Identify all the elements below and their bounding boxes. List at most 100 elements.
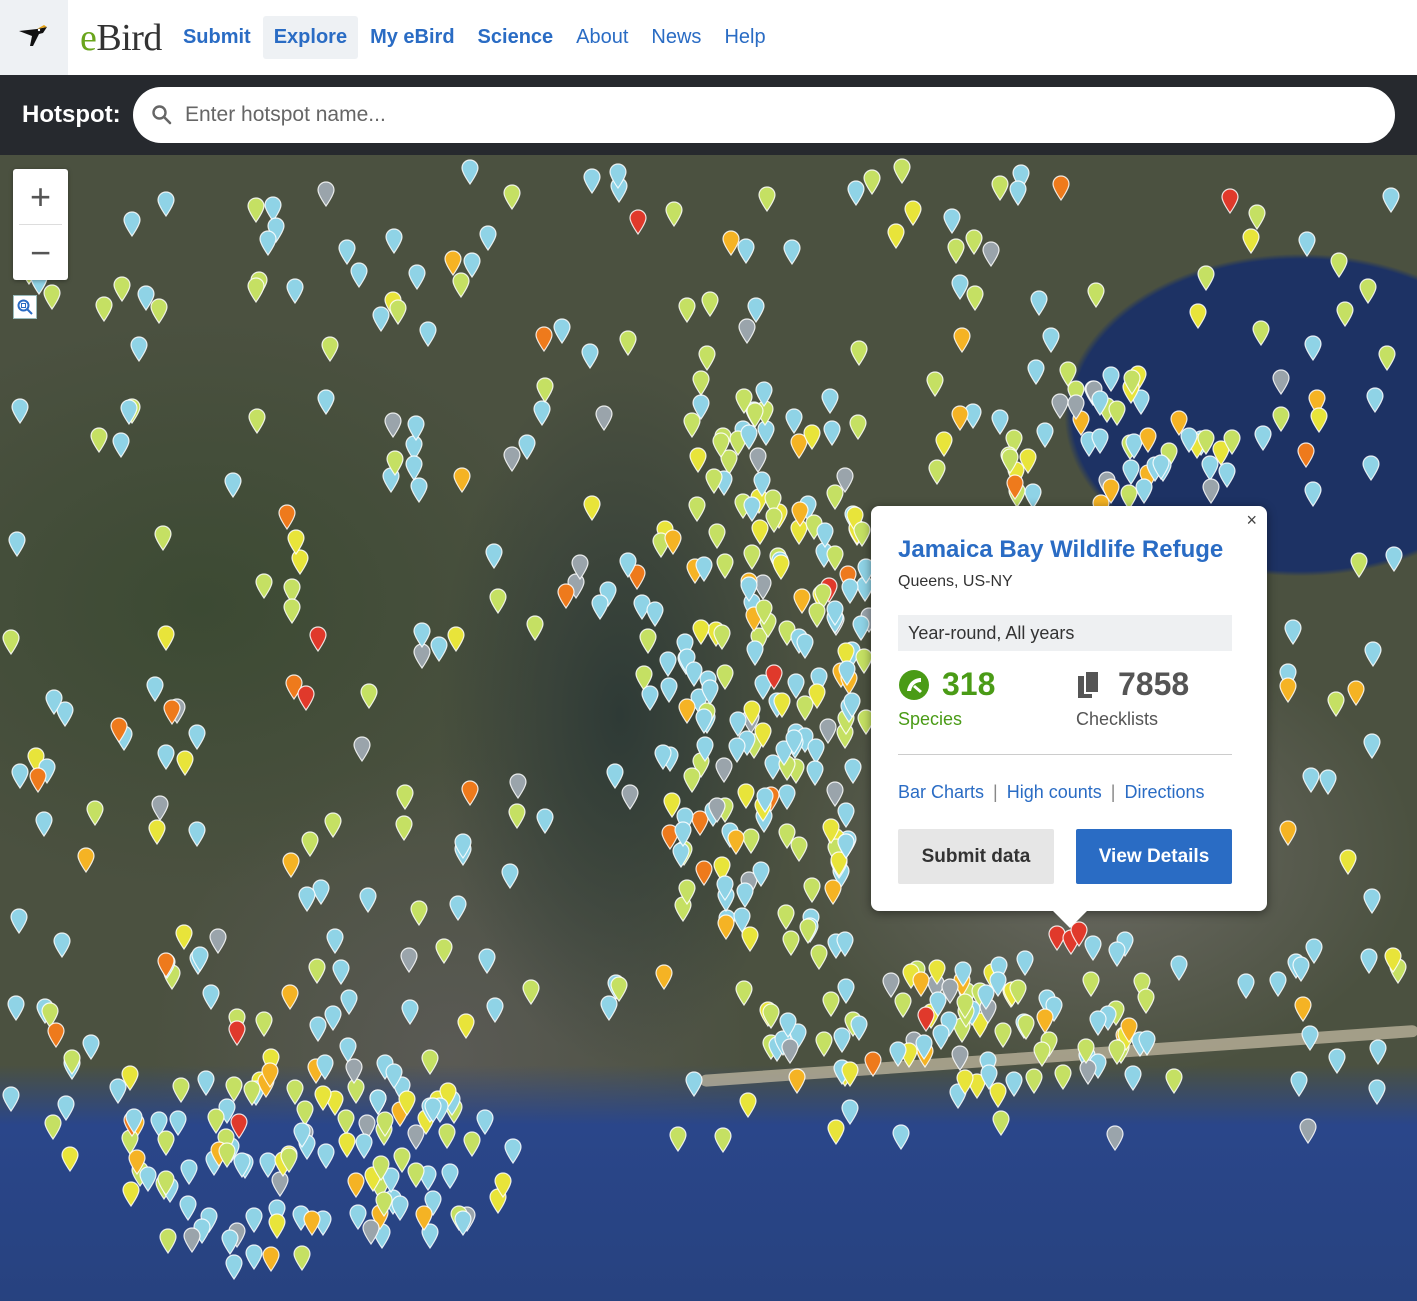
- hotspot-pin-icon[interactable]: [384, 412, 402, 438]
- hotspot-pin-icon[interactable]: [8, 531, 26, 557]
- hotspot-pin-icon[interactable]: [1364, 641, 1382, 667]
- hotspot-pin-icon[interactable]: [410, 900, 428, 926]
- hotspot-pin-icon[interactable]: [209, 928, 227, 954]
- hotspot-pin-icon[interactable]: [803, 877, 821, 903]
- hotspot-pin-icon[interactable]: [663, 792, 681, 818]
- hotspot-pin-icon[interactable]: [372, 1155, 390, 1181]
- hotspot-pin-icon[interactable]: [1339, 849, 1357, 875]
- hotspot-pin-icon[interactable]: [951, 405, 969, 431]
- hotspot-pin-icon[interactable]: [591, 594, 609, 620]
- hotspot-pin-icon[interactable]: [1384, 947, 1402, 973]
- hotspot-pin-icon[interactable]: [1091, 428, 1109, 454]
- hotspot-pin-icon[interactable]: [353, 736, 371, 762]
- hotspot-pin-icon[interactable]: [283, 598, 301, 624]
- hotspot-pin-icon[interactable]: [785, 729, 803, 755]
- hotspot-pin-icon[interactable]: [248, 408, 266, 434]
- hotspot-pin-icon[interactable]: [110, 717, 128, 743]
- hotspot-pin-icon[interactable]: [600, 995, 618, 1021]
- hotspot-pin-icon[interactable]: [245, 1244, 263, 1270]
- hotspot-pin-icon[interactable]: [1017, 1014, 1035, 1040]
- hotspot-pin-icon[interactable]: [1089, 1010, 1107, 1036]
- hotspot-pin-icon[interactable]: [669, 1126, 687, 1152]
- hotspot-pin-icon[interactable]: [1036, 422, 1054, 448]
- hotspot-pin-icon[interactable]: [1319, 769, 1337, 795]
- hotspot-pin-icon[interactable]: [791, 501, 809, 527]
- directions-link[interactable]: Directions: [1124, 782, 1204, 803]
- hotspot-pin-icon[interactable]: [1108, 941, 1126, 967]
- hotspot-pin-icon[interactable]: [1385, 546, 1403, 572]
- hotspot-pin-icon[interactable]: [698, 345, 716, 371]
- hotspot-pin-icon[interactable]: [1202, 478, 1220, 504]
- hotspot-pin-icon[interactable]: [826, 545, 844, 571]
- high-counts-link[interactable]: High counts: [1007, 782, 1102, 803]
- hotspot-pin-icon[interactable]: [826, 600, 844, 626]
- hotspot-pin-icon[interactable]: [685, 661, 703, 687]
- hotspot-pin-icon[interactable]: [360, 683, 378, 709]
- hotspot-pin-icon[interactable]: [386, 450, 404, 476]
- hotspot-pin-icon[interactable]: [261, 1062, 279, 1088]
- hotspot-pin-icon[interactable]: [708, 523, 726, 549]
- hotspot-pin-icon[interactable]: [90, 427, 108, 453]
- hotspot-search[interactable]: [133, 87, 1395, 143]
- hotspot-pin-icon[interactable]: [1120, 1017, 1138, 1043]
- hotspot-pin-icon[interactable]: [695, 708, 713, 734]
- hotspot-pin-icon[interactable]: [157, 952, 175, 978]
- hotspot-pin-icon[interactable]: [1330, 252, 1348, 278]
- hotspot-pin-icon[interactable]: [782, 930, 800, 956]
- hotspot-pin-icon[interactable]: [262, 1246, 280, 1272]
- hotspot-pin-icon[interactable]: [454, 833, 472, 859]
- hotspot-pin-icon[interactable]: [790, 836, 808, 862]
- hotspot-pin-icon[interactable]: [45, 689, 63, 715]
- hotspot-pin-icon[interactable]: [1137, 988, 1155, 1014]
- hotspot-pin-icon[interactable]: [2, 629, 20, 655]
- hotspot-pin-icon[interactable]: [892, 1124, 910, 1150]
- hotspot-pin-icon[interactable]: [753, 471, 771, 497]
- hotspot-pin-icon[interactable]: [463, 252, 481, 278]
- hotspot-pin-icon[interactable]: [739, 1092, 757, 1118]
- submit-data-button[interactable]: Submit data: [898, 829, 1054, 884]
- hotspot-pin-icon[interactable]: [571, 554, 589, 580]
- hotspot-pin-icon[interactable]: [717, 914, 735, 940]
- hotspot-pin-icon[interactable]: [61, 1146, 79, 1172]
- hotspot-pin-icon[interactable]: [453, 467, 471, 493]
- hotspot-pin-icon[interactable]: [476, 1109, 494, 1135]
- hotspot-pin-icon[interactable]: [228, 1020, 246, 1046]
- hotspot-pin-icon[interactable]: [1082, 971, 1100, 997]
- hotspot-pin-icon[interactable]: [1059, 361, 1077, 387]
- hotspot-pin-icon[interactable]: [982, 241, 1000, 267]
- hotspot-pin-icon[interactable]: [1122, 459, 1140, 485]
- hotspot-pin-icon[interactable]: [395, 815, 413, 841]
- hotspot-pin-icon[interactable]: [130, 336, 148, 362]
- hotspot-pin-icon[interactable]: [1304, 481, 1322, 507]
- hotspot-title-link[interactable]: Jamaica Bay Wildlife Refuge: [898, 536, 1223, 564]
- hotspot-pin-icon[interactable]: [826, 484, 844, 510]
- hotspot-pin-icon[interactable]: [57, 1095, 75, 1121]
- hotspot-pin-icon[interactable]: [1025, 1068, 1043, 1094]
- hotspot-pin-icon[interactable]: [503, 446, 521, 472]
- hotspot-search-input[interactable]: [185, 103, 1335, 127]
- hotspot-pin-icon[interactable]: [150, 298, 168, 324]
- hotspot-pin-icon[interactable]: [375, 1191, 393, 1217]
- hotspot-pin-icon[interactable]: [1347, 680, 1365, 706]
- hotspot-pin-icon[interactable]: [728, 737, 746, 763]
- hotspot-pin-icon[interactable]: [803, 424, 821, 450]
- hotspot-pin-icon[interactable]: [438, 1123, 456, 1149]
- hotspot-pin-icon[interactable]: [347, 1172, 365, 1198]
- hotspot-pin-icon[interactable]: [35, 811, 53, 837]
- nav-help[interactable]: Help: [713, 16, 776, 59]
- hotspot-pin-icon[interactable]: [293, 1245, 311, 1271]
- hotspot-pin-icon[interactable]: [314, 1085, 332, 1111]
- hotspot-pin-icon[interactable]: [583, 168, 601, 194]
- hotspot-pin-icon[interactable]: [82, 1034, 100, 1060]
- hotspot-pin-icon[interactable]: [1165, 1068, 1183, 1094]
- hotspot-pin-icon[interactable]: [435, 938, 453, 964]
- hotspot-pin-icon[interactable]: [1102, 478, 1120, 504]
- hotspot-pin-icon[interactable]: [317, 1143, 335, 1169]
- hotspot-pin-icon[interactable]: [1237, 973, 1255, 999]
- ebird-wordmark[interactable]: eBird: [80, 16, 162, 60]
- hotspot-pin-icon[interactable]: [912, 971, 930, 997]
- hotspot-pin-icon[interactable]: [847, 180, 865, 206]
- hotspot-pin-icon[interactable]: [324, 812, 342, 838]
- hotspot-pin-icon[interactable]: [501, 863, 519, 889]
- hotspot-pin-icon[interactable]: [1301, 1025, 1319, 1051]
